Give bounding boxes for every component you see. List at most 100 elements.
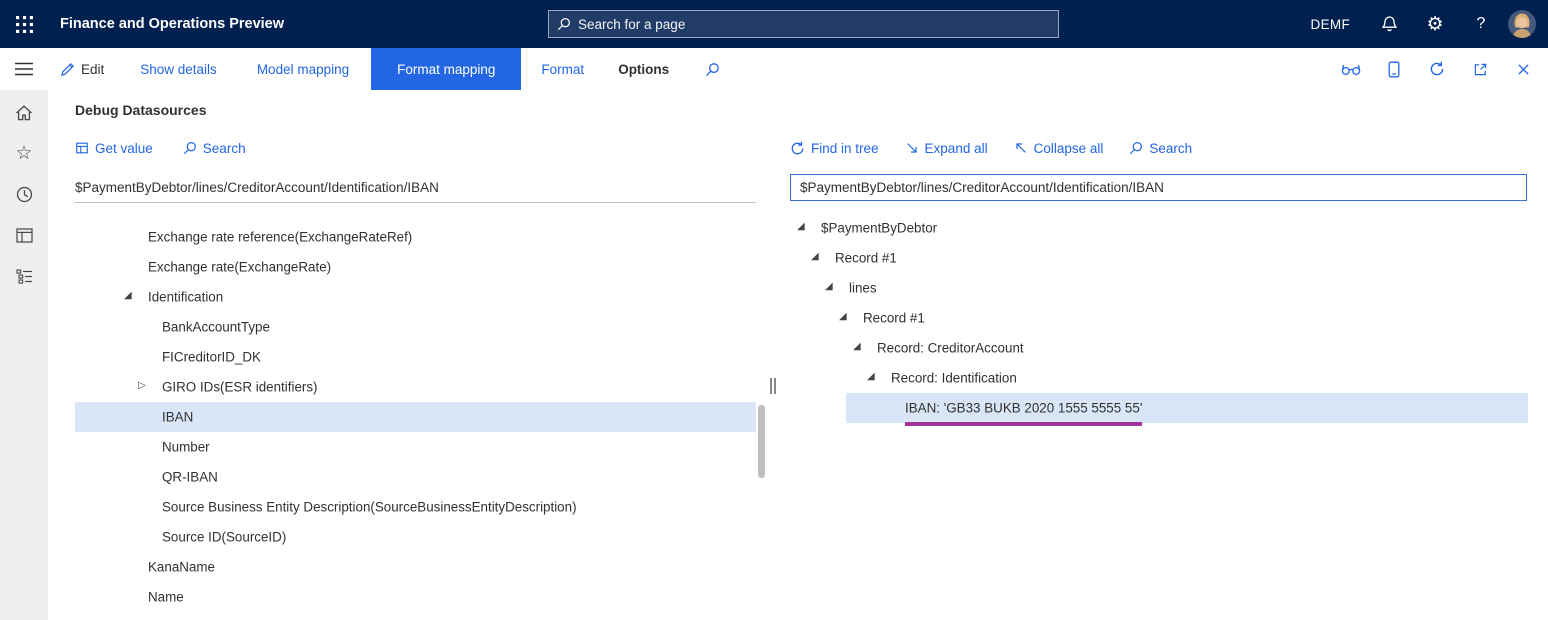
get-value-button[interactable]: Get value [75, 141, 153, 156]
tree-item-iban-gb33-bukb-2020-1555-5555-55[interactable]: IBAN: 'GB33 BUKB 2020 1555 5555 55' [790, 393, 1528, 423]
collapse-node-icon[interactable]: ◢ [797, 212, 821, 242]
settings-button[interactable]: ⚙ [1412, 0, 1458, 48]
home-button[interactable] [0, 92, 48, 133]
tree-item-exchange-rate-reference-exchangerateref[interactable]: Exchange rate reference(ExchangeRateRef) [75, 222, 756, 252]
open-in-new-window-button[interactable] [1469, 58, 1491, 80]
account-menu-button[interactable] [1506, 0, 1538, 48]
find-in-tree-label: Find in tree [811, 141, 879, 156]
tree-search-button[interactable]: Search [1129, 141, 1192, 156]
collapse-all-label: Collapse all [1034, 141, 1104, 156]
tree-item-number[interactable]: Number [75, 432, 756, 462]
expand-all-button[interactable]: Expand all [905, 141, 988, 156]
tree-item-exchange-rate-exchangerate[interactable]: Exchange rate(ExchangeRate) [75, 252, 756, 282]
tree-item-label: Identification [148, 289, 223, 304]
tree-item-giro-ids-esr-identifiers[interactable]: ▷GIRO IDs(ESR identifiers) [75, 372, 756, 402]
expand-node-icon[interactable]: ▷ [138, 371, 162, 401]
collapse-all-button[interactable]: Collapse all [1014, 141, 1104, 156]
search-label: Search [203, 141, 246, 156]
selected-path-field[interactable]: $PaymentByDebtor/lines/CreditorAccount/I… [75, 174, 756, 203]
device-icon [1388, 61, 1400, 78]
gear-icon: ⚙ [1426, 15, 1443, 34]
help-button[interactable]: ? [1458, 0, 1504, 48]
tree-item-iban[interactable]: IBAN [75, 402, 756, 432]
popout-icon [1473, 62, 1488, 77]
tree-item-record-1[interactable]: ◢Record #1 [790, 303, 1528, 333]
tree-path-input[interactable] [790, 174, 1527, 201]
search-icon [705, 62, 720, 77]
device-preview-button[interactable] [1383, 58, 1405, 80]
tree-item-source-business-entity-description-sourc[interactable]: Source Business Entity Description(Sourc… [75, 492, 756, 522]
data-tree-toolbar: Find in tree Expand all Collapse all [790, 135, 1528, 161]
edit-button[interactable]: Edit [60, 62, 104, 77]
refresh-icon [1429, 61, 1445, 77]
edit-label: Edit [81, 62, 104, 77]
tree-item-label: Record: Identification [891, 370, 1017, 385]
star-icon: ☆ [15, 144, 32, 163]
tree-item-source-id-sourceid[interactable]: Source ID(SourceID) [75, 522, 756, 552]
collapse-node-icon[interactable]: ◢ [124, 281, 148, 311]
options-button[interactable]: Options [618, 62, 669, 77]
get-value-label: Get value [95, 141, 153, 156]
data-tree-panel: Find in tree Expand all Collapse all [790, 135, 1528, 620]
close-icon [1517, 63, 1530, 76]
modules-button[interactable] [0, 256, 48, 297]
page-title: Debug Datasources [75, 102, 206, 118]
company-badge[interactable]: DEMF [1311, 17, 1350, 32]
tree-item-record-identification[interactable]: ◢Record: Identification [790, 363, 1528, 393]
nav-menu-button[interactable] [0, 48, 48, 90]
expand-all-icon [905, 141, 919, 155]
expand-all-label: Expand all [925, 141, 988, 156]
tree-search-label: Search [1149, 141, 1192, 156]
actionbar-right-cluster [1340, 58, 1548, 80]
format-button[interactable]: Format [541, 62, 584, 77]
format-mapping-label: Format mapping [397, 62, 495, 77]
notifications-button[interactable] [1366, 0, 1412, 48]
refresh-button[interactable] [1426, 58, 1448, 80]
tree-item-ficreditorid-dk[interactable]: FICreditorID_DK [75, 342, 756, 372]
page-search-input[interactable] [578, 17, 1050, 32]
tree-item-name[interactable]: Name [75, 582, 756, 612]
tree-item-label: Exchange rate(ExchangeRate) [148, 259, 331, 274]
tree-item-record-creditoraccount[interactable]: ◢Record: CreditorAccount [790, 333, 1528, 363]
view-glasses-button[interactable] [1340, 58, 1362, 80]
tree-item-kananame[interactable]: KanaName [75, 552, 756, 582]
vertical-scrollbar-thumb[interactable] [758, 405, 765, 478]
hierarchy-list-icon [16, 269, 33, 284]
forms-button[interactable] [0, 215, 48, 256]
data-values-tree: ◢$PaymentByDebtor◢Record #1◢lines◢Record… [790, 213, 1528, 423]
page-search-box[interactable] [548, 10, 1059, 38]
tree-item-bankaccounttype[interactable]: BankAccountType [75, 312, 756, 342]
collapse-node-icon[interactable]: ◢ [825, 272, 849, 302]
find-in-tree-button[interactable]: Find in tree [790, 141, 879, 156]
left-navigation-rail: ☆ [0, 90, 48, 620]
collapse-node-icon[interactable]: ◢ [839, 302, 863, 332]
app-launcher-button[interactable] [0, 0, 48, 48]
panel-splitter-handle[interactable] [770, 378, 780, 394]
search-match-underline [905, 422, 1142, 426]
show-details-button[interactable]: Show details [140, 62, 217, 77]
actionbar-search-button[interactable] [705, 62, 720, 77]
tab-format-mapping[interactable]: Format mapping [371, 48, 521, 90]
help-icon: ? [1477, 15, 1486, 33]
tree-item-label: QR-IBAN [162, 469, 218, 484]
tree-item-qr-iban[interactable]: QR-IBAN [75, 462, 756, 492]
search-icon [1129, 141, 1143, 155]
avatar [1508, 10, 1536, 38]
model-mapping-button[interactable]: Model mapping [257, 62, 349, 77]
tree-item-label: KanaName [148, 559, 215, 574]
tree-item-lines[interactable]: ◢lines [790, 273, 1528, 303]
favorites-button[interactable]: ☆ [0, 133, 48, 174]
close-button[interactable] [1512, 58, 1534, 80]
tree-item-paymentbydebtor[interactable]: ◢$PaymentByDebtor [790, 213, 1528, 243]
tree-item-identification[interactable]: ◢Identification [75, 282, 756, 312]
search-icon [183, 141, 197, 155]
top-navigation-bar: Finance and Operations Preview DEMF ⚙ ? [0, 0, 1548, 48]
tree-item-label: IBAN: 'GB33 BUKB 2020 1555 5555 55' [905, 400, 1142, 415]
tree-item-record-1[interactable]: ◢Record #1 [790, 243, 1528, 273]
recent-button[interactable] [0, 174, 48, 215]
tree-item-label: lines [849, 280, 877, 295]
datasource-search-button[interactable]: Search [183, 141, 246, 156]
collapse-node-icon[interactable]: ◢ [867, 362, 891, 392]
collapse-node-icon[interactable]: ◢ [853, 332, 877, 362]
collapse-node-icon[interactable]: ◢ [811, 242, 835, 272]
